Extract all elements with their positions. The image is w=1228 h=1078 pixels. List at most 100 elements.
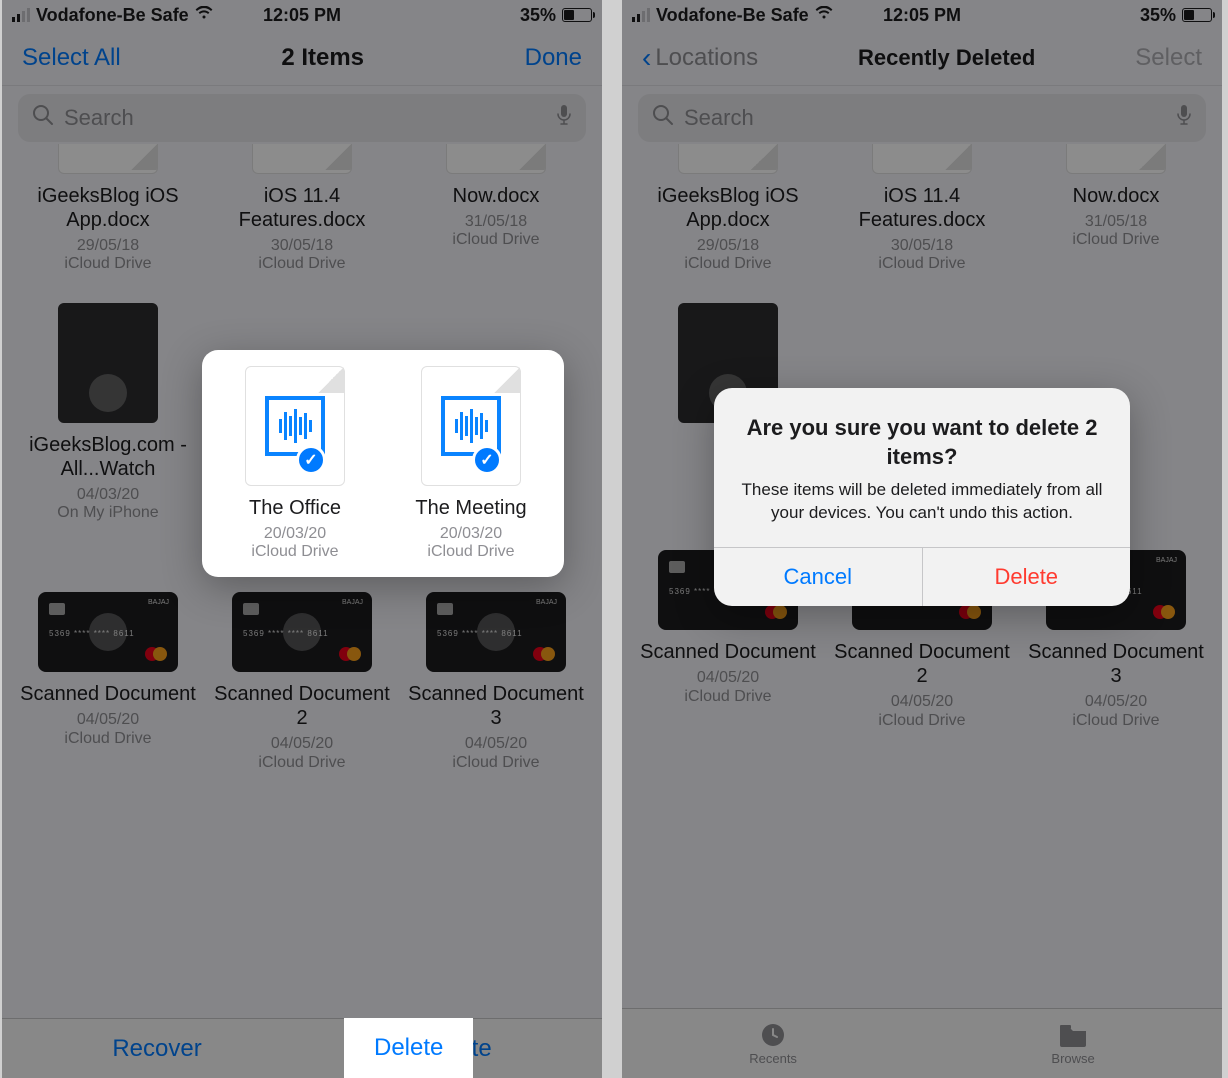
alert-cancel-button[interactable]: Cancel: [714, 548, 923, 606]
file-date: 04/05/20: [1024, 692, 1208, 711]
file-item[interactable]: iOS 11.4 Features.docx 30/05/18 iCloud D…: [210, 144, 394, 273]
file-date: 30/05/18: [210, 236, 394, 255]
tab-browse[interactable]: Browse: [1051, 1021, 1094, 1066]
file-location: iCloud Drive: [404, 754, 588, 772]
file-item[interactable]: iGeeksBlog iOS App.docx 29/05/18 iCloud …: [16, 144, 200, 273]
doc-thumbnail: [872, 144, 972, 174]
file-date: 04/05/20: [636, 668, 820, 687]
file-item[interactable]: iGeeksBlog iOS App.docx 29/05/18 iCloud …: [636, 144, 820, 273]
phone-thumbnail: [58, 303, 158, 423]
file-location: iCloud Drive: [210, 754, 394, 772]
selected-file-item[interactable]: ✓ The Office 20/03/20 iCloud Drive: [212, 366, 378, 561]
status-bar: Vodafone-Be Safe 12:05 PM 35%: [622, 0, 1222, 30]
back-button[interactable]: ‹ Locations: [642, 44, 758, 72]
select-all-button[interactable]: Select All: [22, 44, 121, 72]
file-name: iGeeksBlog iOS App.docx: [636, 184, 820, 232]
audio-thumbnail: ✓: [421, 366, 521, 486]
file-location: iCloud Drive: [16, 255, 200, 273]
select-button[interactable]: Select: [1135, 44, 1202, 72]
file-name: Now.docx: [404, 184, 588, 208]
card-thumbnail: 5369 **** **** 8611BAJAJ: [38, 592, 178, 672]
file-date: 04/05/20: [830, 692, 1014, 711]
nav-title: Recently Deleted: [858, 45, 1035, 71]
checkmark-icon: ✓: [296, 445, 326, 475]
file-name: Scanned Document: [636, 640, 820, 664]
file-item[interactable]: 5369 **** **** 8611BAJAJ Scanned Documen…: [404, 592, 588, 771]
phone-left: Vodafone-Be Safe 12:05 PM 35% Select All…: [2, 0, 602, 1078]
file-location: iCloud Drive: [636, 688, 820, 706]
file-item[interactable]: Now.docx 31/05/18 iCloud Drive: [404, 144, 588, 273]
selected-file-item[interactable]: ✓ The Meeting 20/03/20 iCloud Drive: [388, 366, 554, 561]
carrier-label: Vodafone-Be Safe: [36, 5, 189, 26]
file-name: Scanned Document 3: [1024, 640, 1208, 688]
file-date: 20/03/20: [212, 524, 378, 543]
search-placeholder: Search: [64, 105, 546, 131]
checkmark-icon: ✓: [472, 445, 502, 475]
file-name: iOS 11.4 Features.docx: [830, 184, 1014, 232]
selected-files-panel: ✓ The Office 20/03/20 iCloud Drive ✓ The…: [202, 350, 564, 577]
file-item[interactable]: 5369 **** **** 8611BAJAJ Scanned Documen…: [210, 592, 394, 771]
phone-right: Vodafone-Be Safe 12:05 PM 35% ‹ Location…: [622, 0, 1222, 1078]
search-bar[interactable]: Search: [638, 94, 1206, 142]
chevron-left-icon: ‹: [642, 44, 651, 72]
recover-button[interactable]: Recover: [72, 1021, 241, 1077]
file-location: iCloud Drive: [830, 712, 1014, 730]
file-grid-row1: iGeeksBlog iOS App.docx 29/05/18 iCloud …: [2, 144, 602, 273]
file-item[interactable]: Now.docx 31/05/18 iCloud Drive: [1024, 144, 1208, 273]
alert-message: These items will be deleted immediately …: [738, 479, 1106, 525]
file-location: iCloud Drive: [404, 231, 588, 249]
carrier-label: Vodafone-Be Safe: [656, 5, 809, 26]
file-name: iOS 11.4 Features.docx: [210, 184, 394, 232]
battery-icon: [562, 8, 592, 22]
toolbar: Recover Delete: [2, 1018, 602, 1078]
nav-title: 2 Items: [281, 44, 364, 72]
file-date: 04/05/20: [404, 734, 588, 753]
confirm-delete-alert: Are you sure you want to delete 2 items?…: [714, 388, 1130, 606]
clock-icon: [758, 1021, 788, 1049]
status-time: 12:05 PM: [263, 5, 341, 26]
doc-thumbnail: [678, 144, 778, 174]
file-name: The Office: [212, 496, 378, 520]
back-label: Locations: [655, 44, 758, 72]
file-date: 04/05/20: [210, 734, 394, 753]
signal-icon: [12, 8, 30, 22]
file-date: 29/05/18: [636, 236, 820, 255]
file-name: Scanned Document 2: [830, 640, 1014, 688]
audio-thumbnail: ✓: [245, 366, 345, 486]
doc-thumbnail: [446, 144, 546, 174]
search-bar[interactable]: Search: [18, 94, 586, 142]
done-button[interactable]: Done: [525, 44, 582, 72]
file-location: iCloud Drive: [388, 543, 554, 561]
file-grid-row3: 5369 **** **** 8611BAJAJ Scanned Documen…: [2, 592, 602, 771]
file-location: iCloud Drive: [1024, 712, 1208, 730]
alert-delete-button[interactable]: Delete: [923, 548, 1131, 606]
nav-bar: ‹ Locations Recently Deleted Select: [622, 30, 1222, 86]
file-location: iCloud Drive: [830, 255, 1014, 273]
battery-pct: 35%: [520, 5, 556, 26]
file-date: 31/05/18: [404, 212, 588, 231]
delete-button[interactable]: Delete: [344, 1018, 473, 1078]
file-name: Scanned Document: [16, 682, 200, 706]
nav-bar: Select All 2 Items Done: [2, 30, 602, 86]
file-date: 04/03/20: [16, 485, 200, 504]
status-time: 12:05 PM: [883, 5, 961, 26]
file-name: Scanned Document 3: [404, 682, 588, 730]
card-thumbnail: 5369 **** **** 8611BAJAJ: [232, 592, 372, 672]
file-item[interactable]: iOS 11.4 Features.docx 30/05/18 iCloud D…: [830, 144, 1014, 273]
file-location: iCloud Drive: [16, 730, 200, 748]
tab-label: Browse: [1051, 1051, 1094, 1066]
file-date: 30/05/18: [830, 236, 1014, 255]
card-thumbnail: 5369 **** **** 8611BAJAJ: [426, 592, 566, 672]
doc-thumbnail: [1066, 144, 1166, 174]
mic-icon[interactable]: [556, 104, 572, 132]
tab-label: Recents: [749, 1051, 797, 1066]
file-item[interactable]: iGeeksBlog.com - All...Watch 04/03/20 On…: [16, 303, 200, 522]
file-item[interactable]: 5369 **** **** 8611BAJAJ Scanned Documen…: [16, 592, 200, 771]
file-location: iCloud Drive: [636, 255, 820, 273]
file-name: iGeeksBlog.com - All...Watch: [16, 433, 200, 481]
tab-recents[interactable]: Recents: [749, 1021, 797, 1066]
status-bar: Vodafone-Be Safe 12:05 PM 35%: [2, 0, 602, 30]
mic-icon[interactable]: [1176, 104, 1192, 132]
wifi-icon: [815, 6, 833, 25]
search-placeholder: Search: [684, 105, 1166, 131]
